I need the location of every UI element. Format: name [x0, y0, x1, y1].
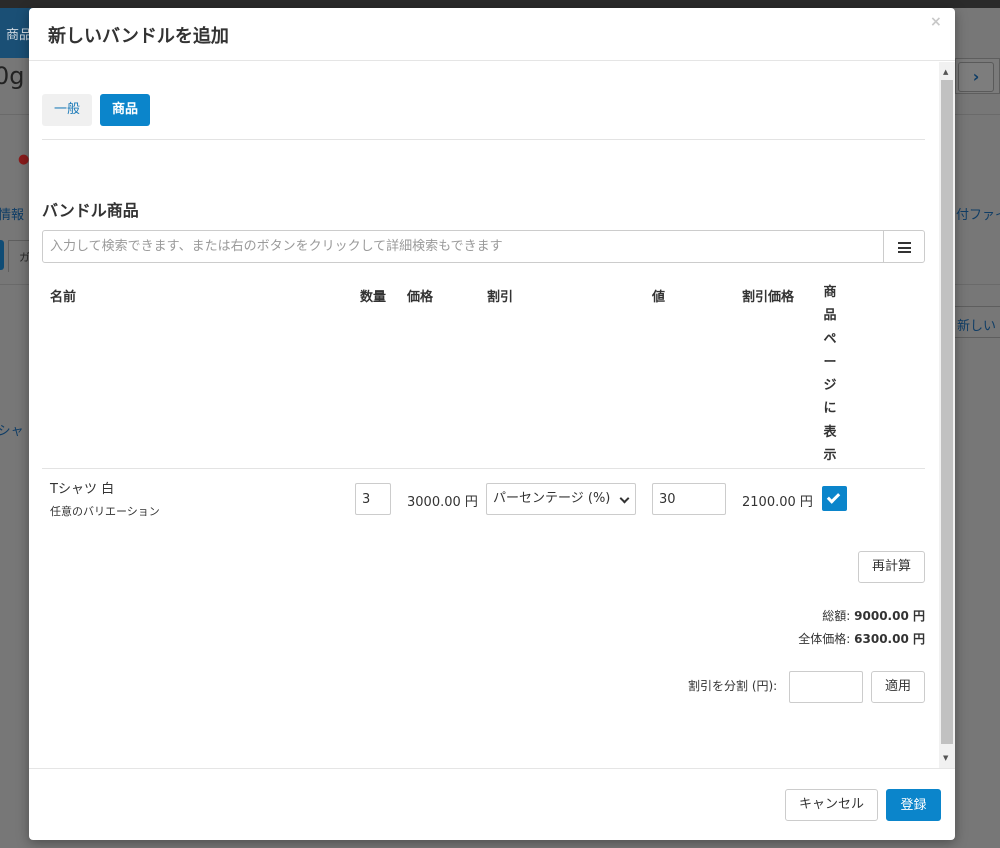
quantity-input[interactable] — [355, 483, 391, 515]
column-header-show-on-page: 商品ページに表示 — [823, 285, 837, 464]
column-header-discount: 割引 — [487, 290, 514, 305]
bg-label: 'シャ — [0, 424, 24, 439]
bg-next-icon: › — [958, 62, 994, 92]
total-label: 総額: — [822, 609, 855, 623]
bg-red-dot-icon: ● — [18, 152, 30, 167]
apply-button[interactable]: 適用 — [871, 671, 925, 703]
bg-button: 新しい — [952, 306, 1000, 338]
modal-body: 一般 商品 バンドル商品 名前 数量 価格 割引 値 割引価格 商品ページに表示… — [29, 62, 955, 768]
scroll-down-icon[interactable]: ▼ — [943, 754, 948, 762]
modal-header: 新しいバンドルを追加 × — [29, 8, 955, 61]
scroll-up-icon[interactable]: ▲ — [943, 68, 948, 76]
show-on-page-checkbox[interactable] — [822, 486, 847, 511]
bg-button — [0, 240, 4, 270]
scroll-thumb[interactable] — [941, 80, 953, 744]
divider — [42, 468, 925, 469]
discounted-price: 2100.00 円 — [742, 495, 813, 510]
overall-label: 全体価格: — [798, 632, 855, 646]
product-search-input[interactable] — [42, 230, 885, 263]
total-amount: 総額: 9000.00 円 — [822, 607, 925, 624]
discount-value-input[interactable] — [652, 483, 726, 515]
column-header-value: 値 — [652, 290, 666, 305]
tab-products[interactable]: 商品 — [100, 94, 150, 126]
split-discount-input[interactable] — [789, 671, 863, 703]
column-header-discount-price: 割引価格 — [742, 290, 795, 305]
discount-type-select[interactable]: パーセンテージ (%) — [486, 483, 636, 515]
bg-label: 情報 — [0, 208, 25, 223]
close-icon[interactable]: × — [930, 14, 942, 30]
column-header-price: 価格 — [407, 290, 434, 305]
advanced-search-button[interactable] — [883, 230, 925, 263]
chevron-down-icon — [619, 493, 630, 504]
scrollbar[interactable]: ▲ ▼ — [939, 62, 955, 768]
product-price: 3000.00 円 — [407, 495, 478, 510]
bg-tab: ガ — [8, 240, 30, 272]
modal-footer: キャンセル 登録 — [29, 768, 955, 840]
product-name: Tシャツ 白 — [50, 482, 115, 497]
modal-title: 新しいバンドルを追加 — [48, 26, 229, 47]
column-header-name: 名前 — [50, 290, 77, 305]
column-header-quantity: 数量 — [360, 290, 387, 305]
save-button[interactable]: 登録 — [886, 789, 941, 821]
split-discount-label: 割引を分割 (円): — [688, 679, 778, 693]
recalculate-button[interactable]: 再計算 — [858, 551, 925, 583]
bg-label: 付ファイ — [956, 208, 1000, 223]
check-icon — [826, 490, 841, 504]
section-title: バンドル商品 — [42, 201, 139, 220]
total-value: 9000.00 円 — [854, 609, 925, 623]
tab-general[interactable]: 一般 — [42, 94, 92, 126]
discount-type-value: パーセンテージ (%) — [493, 491, 611, 506]
divider — [42, 139, 925, 140]
overall-price: 全体価格: 6300.00 円 — [798, 630, 925, 647]
bg-top-bar — [0, 0, 1000, 8]
cancel-button[interactable]: キャンセル — [785, 789, 878, 821]
product-variant: 任意のバリエーション — [50, 505, 160, 518]
menu-icon — [898, 242, 911, 253]
add-bundle-modal: 新しいバンドルを追加 × 一般 商品 バンドル商品 名前 数量 価格 割引 値 … — [29, 8, 955, 840]
overall-value: 6300.00 円 — [854, 632, 925, 646]
